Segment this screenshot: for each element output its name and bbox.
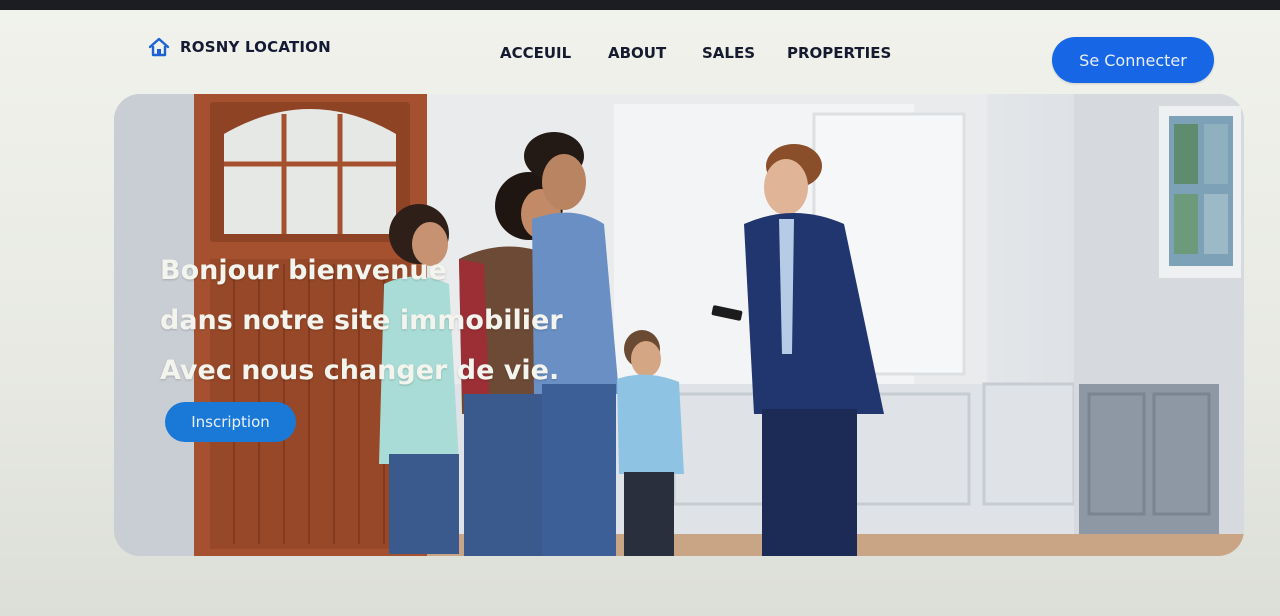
hero-line-3: Avec nous changer de vie.: [160, 355, 560, 386]
se-connecter-button[interactable]: Se Connecter: [1052, 37, 1214, 83]
site-logo[interactable]: ROSNY LOCATION: [148, 36, 331, 58]
inscription-button[interactable]: Inscription: [165, 402, 296, 442]
nav-about[interactable]: ABOUT: [608, 44, 666, 62]
hero-line-2: dans notre site immobilier: [160, 305, 563, 336]
page: ROSNY LOCATION ACCEUIL ABOUT SALES PROPE…: [0, 0, 1280, 616]
hero-banner: Bonjour bienvenue dans notre site immobi…: [114, 94, 1244, 556]
nav-acceuil[interactable]: ACCEUIL: [500, 44, 571, 62]
hero-heading: Bonjour bienvenue dans notre site immobi…: [160, 246, 720, 396]
hero-line-1: Bonjour bienvenue: [160, 255, 447, 286]
screen-top-bezel: [0, 0, 1280, 10]
nav-sales[interactable]: SALES: [702, 44, 755, 62]
nav-properties[interactable]: PROPERTIES: [787, 44, 891, 62]
home-icon: [148, 36, 170, 58]
logo-text: ROSNY LOCATION: [180, 38, 331, 56]
